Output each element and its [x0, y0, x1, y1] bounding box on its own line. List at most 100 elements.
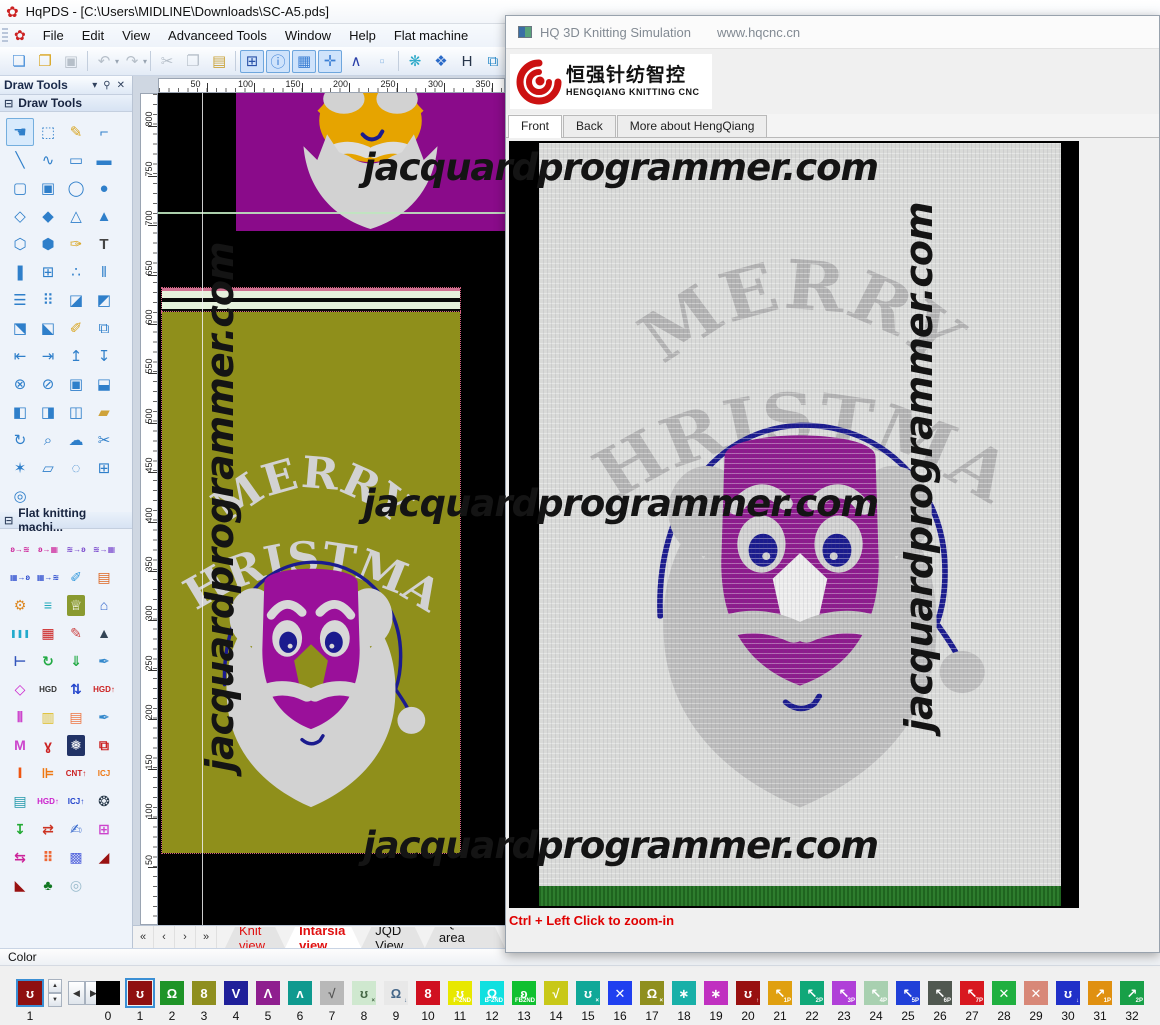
menu-advanceed-tools[interactable]: Advanceed Tools	[159, 25, 276, 46]
i-beam-icon[interactable]: Ⅰ	[6, 759, 34, 787]
door-exit-icon[interactable]: ⊢	[6, 647, 34, 675]
distribute-v1-icon[interactable]: ↥	[62, 342, 90, 370]
menu-window[interactable]: Window	[276, 25, 340, 46]
color-swatch-2[interactable]: Ω	[160, 981, 184, 1005]
color-swatch-11[interactable]: ʊF-2ND	[448, 981, 472, 1005]
zoom-tool-icon[interactable]: ⌕	[34, 426, 62, 454]
frame-right-icon[interactable]: ◨	[34, 398, 62, 426]
magenta-pattern-block[interactable]	[236, 93, 505, 231]
filled-polygon-icon[interactable]: ▲	[90, 202, 118, 230]
sim-titlebar[interactable]: HQ 3D Knitting Simulation www.hqcnc.cn	[506, 16, 1159, 49]
shirt-icon[interactable]: ⌂	[90, 591, 118, 619]
selected-color-preview[interactable]: ʊ	[16, 979, 44, 1007]
draw-tools-panel-header[interactable]: Draw Tools ▾ ⚲ ✕	[0, 76, 132, 95]
hgd-label-icon[interactable]: HGD	[34, 675, 62, 703]
toolbar-save-button[interactable]: ▣	[59, 50, 83, 73]
brush-icon[interactable]: ✐	[62, 563, 90, 591]
collapse-icon-2[interactable]: ⊟	[4, 514, 13, 527]
tree-icon[interactable]: ♣	[34, 871, 62, 899]
robot-icon[interactable]: ⚙	[6, 591, 34, 619]
pattern-stripes[interactable]	[162, 288, 460, 312]
copy-pages-icon[interactable]: ⧉	[90, 314, 118, 342]
toolbar-center-button[interactable]: ✛	[318, 50, 342, 73]
selection-blur-icon[interactable]: ▩	[62, 843, 90, 871]
rectangle-icon[interactable]: ▭	[62, 146, 90, 174]
pattern-grid-icon[interactable]: ⊞	[90, 454, 118, 482]
toolbar-redo-dropdown-icon[interactable]: ▾	[143, 57, 147, 66]
align-right-icon[interactable]: ⇥	[34, 342, 62, 370]
columns-icon[interactable]: ‖	[90, 258, 118, 286]
color-swatch-0[interactable]	[96, 981, 120, 1005]
panel-dropdown-icon[interactable]: ▾	[89, 80, 100, 91]
filled-octagon-icon[interactable]: ⬢	[34, 230, 62, 258]
loop-swap-icon[interactable]: ⇆	[6, 843, 34, 871]
menu-flat-machine[interactable]: Flat machine	[385, 25, 477, 46]
yarn-buns-icon[interactable]: ≡	[34, 591, 62, 619]
toolbar-grid-button[interactable]: ⊞	[240, 50, 264, 73]
fill-bucket-4-icon[interactable]: ⬕	[34, 314, 62, 342]
grid-cells-icon[interactable]: ⊞	[34, 258, 62, 286]
download-icon[interactable]: ⇓	[62, 647, 90, 675]
color-swatch-8[interactable]: ʊ×	[352, 981, 376, 1005]
eyedropper-icon[interactable]: ✑	[62, 230, 90, 258]
globe-icon[interactable]: ❂	[90, 787, 118, 815]
toolbar-paste-button[interactable]: ▤	[207, 50, 231, 73]
color-swatch-29[interactable]: ✕	[1024, 981, 1048, 1005]
loop-to-grid-icon[interactable]: ʚ→▦	[34, 535, 62, 563]
toolbar-info-button[interactable]: ⓘ	[266, 50, 290, 73]
collapse-icon[interactable]: ⊟	[4, 97, 13, 110]
color-swatch-6[interactable]: ʌ	[288, 981, 312, 1005]
filled-rectangle-icon[interactable]: ▬	[90, 146, 118, 174]
color-swatch-7[interactable]: √	[320, 981, 344, 1005]
delete-column-icon[interactable]: ⊘	[34, 370, 62, 398]
vertical-bars-icon[interactable]: ❚	[6, 258, 34, 286]
toolbar-icon-mode-button[interactable]: ▦	[292, 50, 316, 73]
polygon-icon[interactable]: △	[62, 202, 90, 230]
red-block-icon[interactable]: ▦	[34, 619, 62, 647]
up-down-icon[interactable]: ⇅	[62, 675, 90, 703]
pencil-icon[interactable]: ✎	[62, 118, 90, 146]
m-shape-icon[interactable]: M	[6, 731, 34, 759]
align-left-icon[interactable]: ⇤	[6, 342, 34, 370]
color-swatch-3[interactable]: 8	[192, 981, 216, 1005]
color-swatch-27[interactable]: ↖7P	[960, 981, 984, 1005]
icj-up-icon[interactable]: ICJ↑	[62, 787, 90, 815]
wave-to-grid-icon[interactable]: ≋→▦	[90, 535, 118, 563]
diamond-outline-icon[interactable]: ◇	[6, 675, 34, 703]
marker-pen-icon[interactable]: ✐	[62, 314, 90, 342]
stripes-v-icon[interactable]: ⫴	[6, 703, 34, 731]
color-swatch-30[interactable]: ʊ↓	[1056, 981, 1080, 1005]
color-swatch-17[interactable]: Ω×	[640, 981, 664, 1005]
fill-bucket-1-icon[interactable]: ◪	[62, 286, 90, 314]
chisel-j-icon[interactable]: ✒	[90, 703, 118, 731]
note-edit-icon[interactable]: ✎	[62, 619, 90, 647]
toolbar-undo-dropdown-icon[interactable]: ▾	[115, 57, 119, 66]
copy-frames-icon[interactable]: ⧉	[90, 731, 118, 759]
toolbar-compass-button[interactable]: ∧	[344, 50, 368, 73]
text-icon[interactable]: T	[90, 230, 118, 258]
panel-close-icon[interactable]: ✕	[114, 80, 128, 91]
redo-green-icon[interactable]: ↻	[34, 647, 62, 675]
menu-edit[interactable]: Edit	[73, 25, 113, 46]
ellipse-icon[interactable]: ◯	[62, 174, 90, 202]
org-grid-icon[interactable]: ⊞	[90, 815, 118, 843]
color-spin-up[interactable]: ▲	[48, 979, 62, 993]
select-hand-icon[interactable]: ☚	[6, 118, 34, 146]
tab-intarsia-view[interactable]: Intarsia view	[285, 927, 361, 948]
toolbar-duplicate-button[interactable]: ⧉	[481, 50, 505, 73]
tab-knit-view[interactable]: Knit view	[225, 927, 285, 948]
menubar-grip[interactable]	[2, 28, 8, 44]
sim-tab-front[interactable]: Front	[508, 115, 562, 138]
tab-nav-next-button[interactable]: ›	[175, 926, 196, 948]
spray-dots-icon[interactable]: ∴	[62, 258, 90, 286]
small-grid-icon[interactable]: ⠿	[34, 286, 62, 314]
toolbar-cut-button[interactable]: ✂	[155, 50, 179, 73]
hgd-up-icon[interactable]: HGD↑	[90, 675, 118, 703]
diamond-icon[interactable]: ◇	[6, 202, 34, 230]
color-swatch-14[interactable]: √	[544, 981, 568, 1005]
tab-nav-last-button[interactable]: »	[196, 926, 217, 948]
machine-section-header[interactable]: ⊟ Flat knitting machi...	[0, 512, 132, 529]
tab-nav-first-button[interactable]: «	[133, 926, 154, 948]
color-swatch-28[interactable]: ✕	[992, 981, 1016, 1005]
color-swatch-9[interactable]: Ω↓	[384, 981, 408, 1005]
